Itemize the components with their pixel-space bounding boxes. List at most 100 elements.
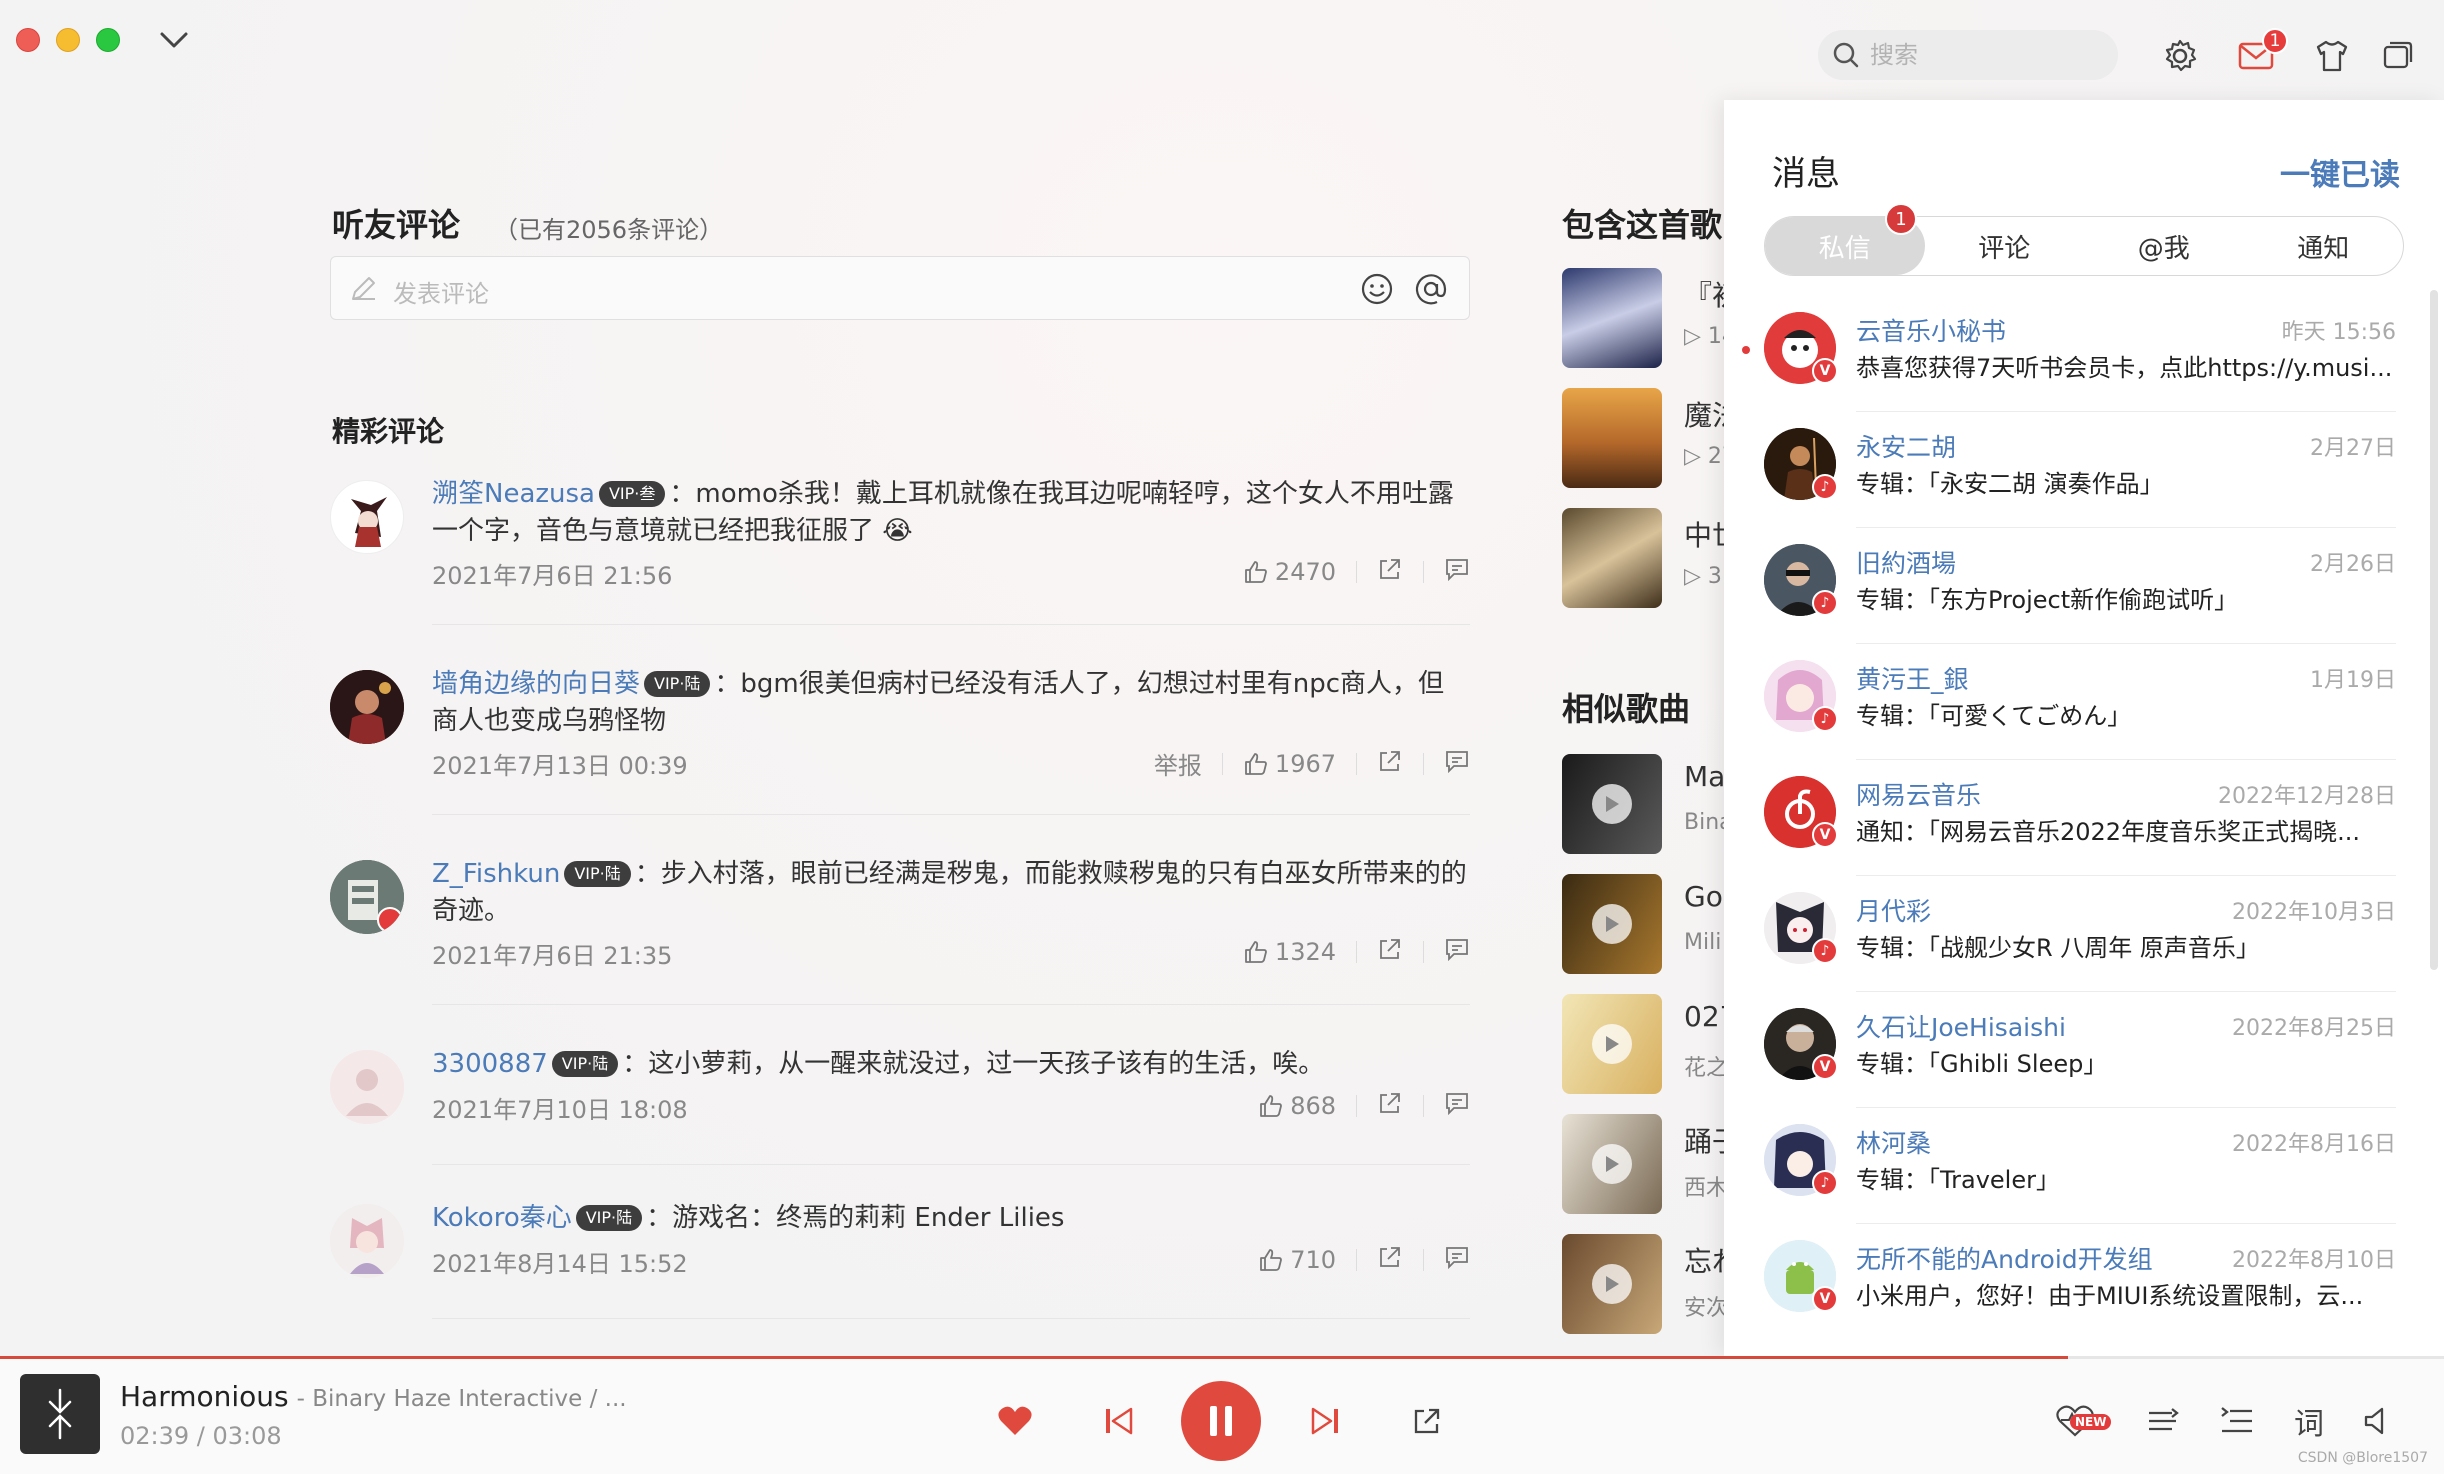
avatar[interactable]: [330, 1050, 404, 1124]
tab-mentions[interactable]: @我: [2084, 217, 2244, 275]
avatar[interactable]: [330, 860, 404, 934]
avatar[interactable]: [330, 670, 404, 744]
like-count: 1324: [1274, 938, 1336, 966]
reply-icon[interactable]: [1444, 1090, 1470, 1122]
message-item[interactable]: ♪ 永安二胡 2月27日 专辑：「永安二胡 演奏作品」: [1764, 412, 2396, 528]
avatar[interactable]: [330, 1204, 404, 1278]
tab-private-messages[interactable]: 私信 1: [1765, 203, 1925, 275]
reply-icon[interactable]: [1444, 1244, 1470, 1276]
playlist-item[interactable]: 中世 ▷ 3: [1562, 508, 1740, 608]
mark-all-read-button[interactable]: 一键已读: [2280, 150, 2400, 194]
share-icon[interactable]: [1402, 1396, 1452, 1446]
new-tag: NEW: [2070, 1414, 2112, 1430]
song-cover: [1562, 874, 1662, 974]
play-icon[interactable]: [1592, 904, 1632, 944]
message-item[interactable]: V 云音乐小秘书 昨天 15:56 恭喜您获得7天听书会员卡，点此https:/…: [1742, 296, 2396, 412]
similar-song-item[interactable]: 027 花之: [1562, 994, 1737, 1094]
gear-icon[interactable]: [2160, 36, 2200, 76]
song-cover: [1562, 1234, 1662, 1334]
comment-username[interactable]: Z_Fishkun: [432, 859, 560, 889]
message-item[interactable]: ♪ 旧約酒場 2月26日 专辑：「东方Project新作偷跑试听」: [1764, 528, 2396, 644]
like-button[interactable]: 868: [1258, 1092, 1336, 1120]
mail-badge: 1: [2262, 28, 2288, 54]
scrollbar[interactable]: [2430, 290, 2438, 970]
similar-song-item[interactable]: Ma Bina: [1562, 754, 1733, 854]
reply-icon[interactable]: [1444, 748, 1470, 780]
mini-mode-icon[interactable]: [2378, 36, 2418, 76]
minimize-window-button[interactable]: [56, 28, 80, 52]
volume-icon[interactable]: [2352, 1396, 2402, 1446]
musician-badge: ♪: [1812, 1170, 1838, 1196]
message-item[interactable]: V 久石让JoeHisaishi 2022年8月25日 专辑：「Ghibli S…: [1764, 992, 2396, 1108]
song-artist: Mili: [1684, 930, 1722, 955]
reply-icon[interactable]: [1444, 556, 1470, 588]
message-item[interactable]: ♪ 林河桑 2022年8月16日 专辑：「Traveler」: [1764, 1108, 2396, 1224]
report-link[interactable]: 举报: [1154, 746, 1202, 781]
playlist-cover: [1562, 508, 1662, 608]
comment-username[interactable]: 溯筌Neazusa: [432, 479, 595, 509]
message-item[interactable]: V 无所不能的Android开发组 2022年8月10日 小米用户，您好！由于M…: [1764, 1224, 2396, 1340]
playback-mode-icon[interactable]: [2138, 1396, 2188, 1446]
verified-badge: V: [1812, 822, 1838, 848]
verified-badge: V: [1812, 1054, 1838, 1080]
reply-icon[interactable]: [1444, 936, 1470, 968]
share-icon[interactable]: [1377, 748, 1403, 780]
share-icon[interactable]: [1377, 1090, 1403, 1122]
emoji-icon[interactable]: [1359, 271, 1395, 311]
unread-badge: 1: [1885, 203, 1917, 235]
heart-icon[interactable]: [990, 1396, 1040, 1446]
vip-badge: VIP·叁: [598, 481, 666, 507]
similar-song-item[interactable]: 忘れ 安次: [1562, 1234, 1740, 1334]
search-input[interactable]: [1870, 41, 2090, 69]
at-mention-icon[interactable]: [1413, 271, 1449, 311]
like-button[interactable]: 710: [1258, 1246, 1336, 1274]
comment-username[interactable]: Kokoro秦心: [432, 1203, 572, 1233]
tab-notifications[interactable]: 通知: [2244, 217, 2404, 275]
close-window-button[interactable]: [16, 28, 40, 52]
tab-comments[interactable]: 评论: [1925, 217, 2085, 275]
message-item[interactable]: ♪ 黄污王_銀 1月19日 专辑：「可愛くてごめん」: [1764, 644, 2396, 760]
comment-username[interactable]: 墙角边缘的向日葵: [432, 669, 640, 699]
like-button[interactable]: 2470: [1243, 558, 1336, 586]
pause-icon: [1210, 1406, 1232, 1436]
lyrics-button[interactable]: 词: [2284, 1396, 2334, 1446]
play-icon[interactable]: [1592, 1144, 1632, 1184]
similar-song-item[interactable]: 踊子 西木: [1562, 1114, 1740, 1214]
share-icon[interactable]: [1377, 1244, 1403, 1276]
share-icon[interactable]: [1377, 936, 1403, 968]
avatar[interactable]: [330, 480, 404, 554]
message-item[interactable]: ♪ 月代彩 2022年10月3日 专辑：「战舰少女R 八周年 原声音乐」: [1764, 876, 2396, 992]
play-icon[interactable]: [1592, 1264, 1632, 1304]
playlist-queue-icon[interactable]: [2212, 1396, 2262, 1446]
previous-track-icon[interactable]: [1094, 1396, 1144, 1446]
sender-name: 永安二胡: [1856, 433, 1957, 462]
play-icon[interactable]: [1592, 1024, 1632, 1064]
similar-song-item[interactable]: Gon Mili: [1562, 874, 1741, 974]
thumbs-up-icon: [1260, 1249, 1283, 1271]
song-artist[interactable]: - Binary Haze Interactive / ...: [297, 1386, 627, 1412]
skin-icon[interactable]: [2312, 36, 2352, 76]
next-track-icon[interactable]: [1300, 1396, 1350, 1446]
comment-input[interactable]: 发表评论: [330, 256, 1470, 320]
maximize-window-button[interactable]: [96, 28, 120, 52]
comment-username[interactable]: 3300887: [432, 1049, 548, 1079]
sender-name: 云音乐小秘书: [1856, 317, 2007, 346]
pause-button[interactable]: [1181, 1381, 1261, 1461]
like-button[interactable]: 1324: [1243, 938, 1336, 966]
song-cover: [1562, 994, 1662, 1094]
playlist-item[interactable]: 『初 ▷ 14: [1562, 268, 1740, 368]
chevron-down-icon[interactable]: [156, 22, 192, 58]
playlist-item[interactable]: 魔法 ▷ 27: [1562, 388, 1740, 488]
sender-name: 旧約酒場: [1856, 549, 1957, 578]
collapse-expand-icon[interactable]: [20, 1374, 100, 1454]
message-item[interactable]: V 网易云音乐 2022年12月28日 通知：「网易云音乐2022年度音乐奖正式…: [1764, 760, 2396, 876]
like-button[interactable]: 1967: [1243, 750, 1336, 778]
search-box[interactable]: [1818, 30, 2118, 80]
comment-date: 2021年7月10日 18:08: [432, 1096, 688, 1124]
comment-date: 2021年7月6日 21:35: [432, 942, 673, 970]
sender-name: 月代彩: [1856, 897, 1932, 926]
message-tabs: 私信 1 评论 @我 通知: [1764, 203, 2404, 276]
play-icon[interactable]: [1592, 784, 1632, 824]
share-icon[interactable]: [1377, 556, 1403, 588]
song-title[interactable]: Harmonious: [120, 1380, 289, 1413]
